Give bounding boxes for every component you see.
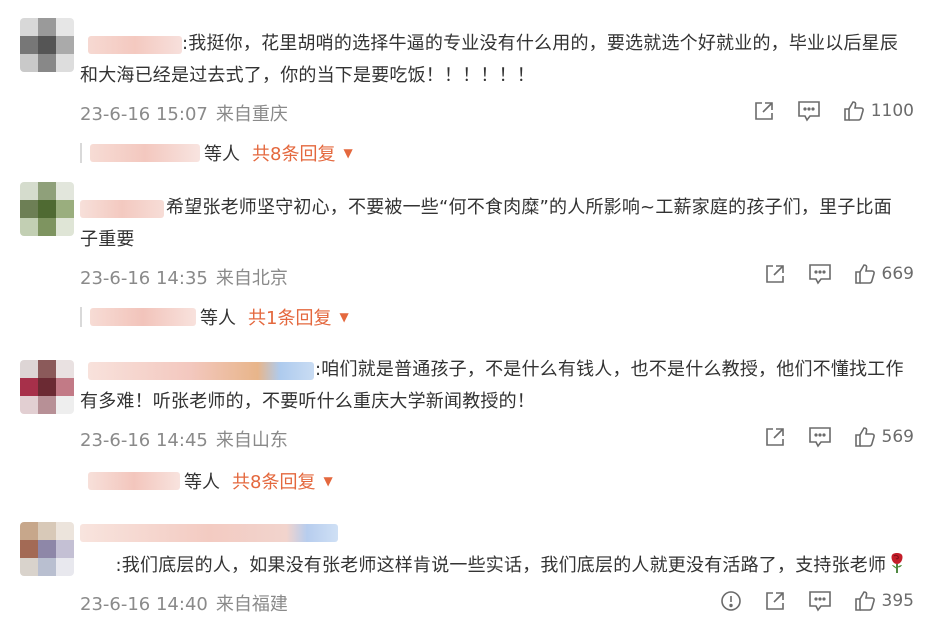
report-button[interactable] — [720, 590, 742, 612]
like-count: 395 — [881, 591, 914, 611]
reply-usernames-blurred — [88, 472, 180, 490]
share-button[interactable] — [753, 100, 775, 122]
comment-button[interactable] — [797, 100, 821, 122]
comment-meta: 23-6-16 15:07 来自重庆 — [80, 100, 288, 126]
like-button[interactable]: 395 — [854, 590, 914, 612]
comment-icon — [808, 264, 831, 285]
caret-down-icon: ▼ — [323, 474, 333, 488]
like-count: 569 — [881, 427, 914, 447]
comment-meta: 23-6-16 14:40 来自福建 — [80, 590, 288, 616]
like-button[interactable]: 669 — [854, 263, 914, 285]
reply-count-link[interactable]: 共1条回复 ▼ — [248, 304, 349, 330]
avatar[interactable] — [20, 18, 74, 72]
comment-date: 23-6-16 15:07 — [80, 104, 208, 125]
like-count: 1100 — [870, 101, 914, 121]
comment-actions: 669 — [764, 262, 914, 286]
comment-actions: 569 — [764, 425, 914, 449]
share-icon — [765, 592, 784, 610]
comment-button[interactable] — [808, 426, 832, 448]
share-icon — [765, 428, 784, 446]
like-button[interactable]: 569 — [854, 426, 914, 448]
comment-text: :咱们就是普通孩子，不是什么有钱人，也不是什么教授，他们不懂找工作有多难！听张老… — [80, 359, 904, 412]
thumbs-up-icon — [843, 101, 864, 121]
comment-icon — [808, 591, 831, 612]
reply-divider — [80, 307, 82, 327]
comment-location: 来自重庆 — [215, 104, 288, 125]
comment-date: 23-6-16 14:35 — [80, 268, 208, 289]
like-count: 669 — [881, 264, 914, 284]
caret-down-icon: ▼ — [343, 146, 353, 160]
comment-icon — [808, 427, 831, 448]
reply-suffix: 等人 — [200, 308, 236, 329]
share-button[interactable] — [764, 426, 786, 448]
rose-emoji-icon — [891, 553, 903, 573]
reply-suffix: 等人 — [204, 144, 240, 165]
avatar[interactable] — [20, 182, 74, 236]
avatar[interactable] — [20, 522, 74, 576]
comment-item: :我挺你，花里胡哨的选择牛逼的专业没有什么用的，要选就选个好就业的，毕业以后星辰… — [0, 0, 926, 180]
reply-summary[interactable]: 等人 共8条回复 ▼ — [80, 140, 353, 166]
reply-summary[interactable]: 等人 共8条回复 ▼ — [80, 468, 333, 494]
share-button[interactable] — [764, 263, 786, 285]
reply-summary[interactable]: 等人 共1条回复 ▼ — [80, 304, 349, 330]
reply-count: 共8条回复 — [252, 144, 336, 165]
reply-count-link[interactable]: 共8条回复 ▼ — [252, 140, 353, 166]
thumbs-up-icon — [854, 264, 875, 284]
comment-actions: 395 — [720, 589, 914, 613]
comment-location: 来自福建 — [215, 594, 288, 615]
reply-divider — [80, 143, 82, 163]
reply-suffix: 等人 — [184, 472, 220, 493]
comment-date: 23-6-16 14:40 — [80, 594, 208, 615]
reply-usernames-blurred — [90, 144, 200, 162]
comment-text-content: :我们底层的人，如果没有张老师这样肯说一些实话，我们底层的人就更没有活路了，支持… — [115, 555, 887, 576]
comment-text: :我挺你，花里胡哨的选择牛逼的专业没有什么用的，要选就选个好就业的，毕业以后星辰… — [80, 33, 899, 86]
comment-date: 23-6-16 14:45 — [80, 430, 208, 451]
report-icon — [720, 591, 741, 611]
comment-item: 希望张老师坚守初心，不要被一些“何不食肉糜”的人所影响~工薪家庭的孩子们，里子比… — [0, 180, 926, 342]
thumbs-up-icon — [854, 591, 875, 611]
comment-actions: 1100 — [753, 99, 914, 123]
comment-button[interactable] — [808, 263, 832, 285]
comment-item: :咱们就是普通孩子，不是什么有钱人，也不是什么教授，他们不懂找工作有多难！听张老… — [0, 342, 926, 506]
comment-meta: 23-6-16 14:45 来自山东 — [80, 426, 288, 452]
caret-down-icon: ▼ — [339, 310, 349, 324]
comment-item: :我们底层的人，如果没有张老师这样肯说一些实话，我们底层的人就更没有活路了，支持… — [0, 506, 926, 623]
reply-count: 共1条回复 — [248, 308, 332, 329]
share-icon — [765, 265, 784, 283]
comment-list: :我挺你，花里胡哨的选择牛逼的专业没有什么用的，要选就选个好就业的，毕业以后星辰… — [0, 0, 926, 623]
reply-usernames-blurred — [90, 308, 196, 326]
avatar[interactable] — [20, 360, 74, 414]
comment-location: 来自山东 — [215, 430, 288, 451]
reply-count-link[interactable]: 共8条回复 ▼ — [232, 468, 333, 494]
like-button[interactable]: 1100 — [843, 100, 914, 122]
share-button[interactable] — [764, 590, 786, 612]
comment-meta: 23-6-16 14:35 来自北京 — [80, 264, 288, 290]
comment-button[interactable] — [808, 590, 832, 612]
share-icon — [754, 102, 773, 120]
reply-count: 共8条回复 — [232, 472, 316, 493]
thumbs-up-icon — [854, 427, 875, 447]
comment-text: 希望张老师坚守初心，不要被一些“何不食肉糜”的人所影响~工薪家庭的孩子们，里子比… — [80, 197, 892, 250]
comment-icon — [797, 101, 820, 122]
comment-location: 来自北京 — [215, 268, 288, 289]
